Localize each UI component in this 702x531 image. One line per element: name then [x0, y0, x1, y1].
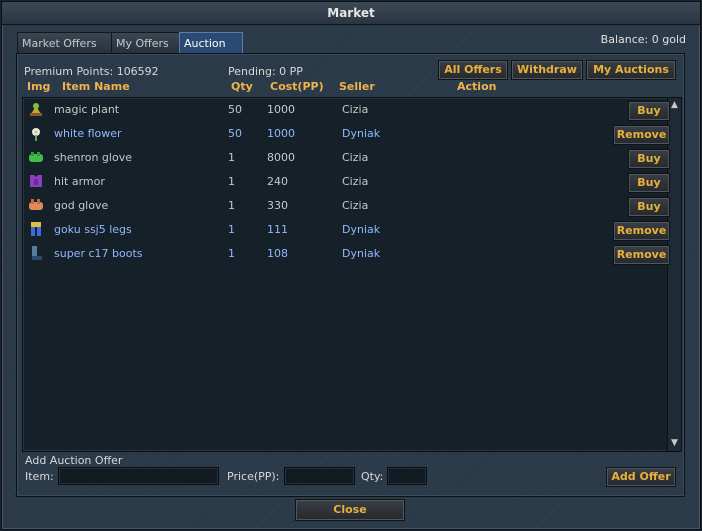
pending-label: Pending: 0 PP: [228, 65, 303, 78]
remove-button[interactable]: Remove: [613, 221, 670, 241]
item-name: shenron glove: [54, 151, 132, 164]
table-row: goku ssj5 legs 1 111 Dyniak: [22, 218, 668, 242]
white-flower-icon: [32, 128, 40, 141]
item-name: super c17 boots: [54, 247, 143, 260]
balance-label: Balance: 0 gold: [600, 33, 686, 46]
column-img: Img: [27, 80, 51, 93]
glove-icon: [29, 152, 43, 162]
table-row: hit armor 1 240 Cizia: [22, 170, 668, 194]
window-title: Market: [2, 2, 700, 25]
item-name: magic plant: [54, 103, 120, 116]
item-input[interactable]: [58, 467, 219, 485]
remove-button[interactable]: Remove: [613, 245, 670, 265]
tab-my-offers[interactable]: My Offers: [111, 32, 189, 54]
item-qty: 1: [228, 151, 235, 164]
item-cost: 1000: [267, 103, 295, 116]
item-name: white flower: [54, 127, 122, 140]
item-seller: Cizia: [342, 151, 369, 164]
table-row: shenron glove 1 8000 Cizia: [22, 146, 668, 170]
scroll-up-icon[interactable]: ▲: [669, 100, 680, 111]
add-offer-button[interactable]: Add Offer: [606, 467, 676, 487]
table-row: god glove 1 330 Cizia: [22, 194, 668, 218]
column-cost: Cost(PP): [270, 80, 324, 93]
buy-button[interactable]: Buy: [628, 197, 670, 217]
item-cost: 111: [267, 223, 288, 236]
item-qty: 50: [228, 127, 242, 140]
buy-button[interactable]: Buy: [628, 173, 670, 193]
item-seller: Dyniak: [342, 127, 381, 140]
scroll-down-icon[interactable]: ▼: [669, 438, 680, 449]
item-cost: 108: [267, 247, 288, 260]
item-qty: 1: [228, 223, 235, 236]
table-row: white flower 50 1000 Dyniak: [22, 122, 668, 146]
column-item-name: Item Name: [62, 80, 130, 93]
qty-input[interactable]: [387, 467, 427, 485]
price-label: Price(PP):: [227, 470, 280, 483]
item-cost: 330: [267, 199, 288, 212]
item-qty: 50: [228, 103, 242, 116]
column-action: Action: [457, 80, 497, 93]
column-seller: Seller: [339, 80, 375, 93]
close-button[interactable]: Close: [295, 499, 405, 521]
item-qty: 1: [228, 199, 235, 212]
premium-points-label: Premium Points: 106592: [24, 65, 159, 78]
buy-button[interactable]: Buy: [628, 149, 670, 169]
item-seller: Cizia: [342, 199, 369, 212]
all-offers-button[interactable]: All Offers: [438, 60, 508, 80]
item-name: god glove: [54, 199, 109, 212]
item-seller: Dyniak: [342, 223, 381, 236]
column-qty: Qty: [231, 80, 253, 93]
item-qty: 1: [228, 175, 235, 188]
item-seller: Dyniak: [342, 247, 381, 260]
item-name: goku ssj5 legs: [54, 223, 132, 236]
item-qty: 1: [228, 247, 235, 260]
add-auction-offer-label: Add Auction Offer: [25, 454, 123, 467]
item-seller: Cizia: [342, 175, 369, 188]
item-cost: 1000: [267, 127, 295, 140]
price-input[interactable]: [284, 467, 355, 485]
remove-button[interactable]: Remove: [613, 125, 670, 145]
magic-plant-icon: [30, 103, 42, 116]
item-seller: Cizia: [342, 103, 369, 116]
item-cost: 8000: [267, 151, 295, 164]
item-cost: 240: [267, 175, 288, 188]
boots-icon: [32, 246, 42, 260]
item-name: hit armor: [54, 175, 105, 188]
my-auctions-button[interactable]: My Auctions: [586, 60, 676, 80]
item-label: Item:: [25, 470, 54, 483]
legs-icon: [31, 222, 41, 236]
glove-icon: [29, 199, 43, 210]
table-row: magic plant 50 1000 Cizia: [22, 98, 668, 122]
table-row: super c17 boots 1 108 Dyniak: [22, 242, 668, 266]
buy-button[interactable]: Buy: [628, 101, 670, 121]
armor-icon: [30, 175, 42, 187]
tab-auction[interactable]: Auction: [179, 32, 243, 54]
qty-label: Qty:: [361, 470, 384, 483]
withdraw-button[interactable]: Withdraw: [511, 60, 583, 80]
